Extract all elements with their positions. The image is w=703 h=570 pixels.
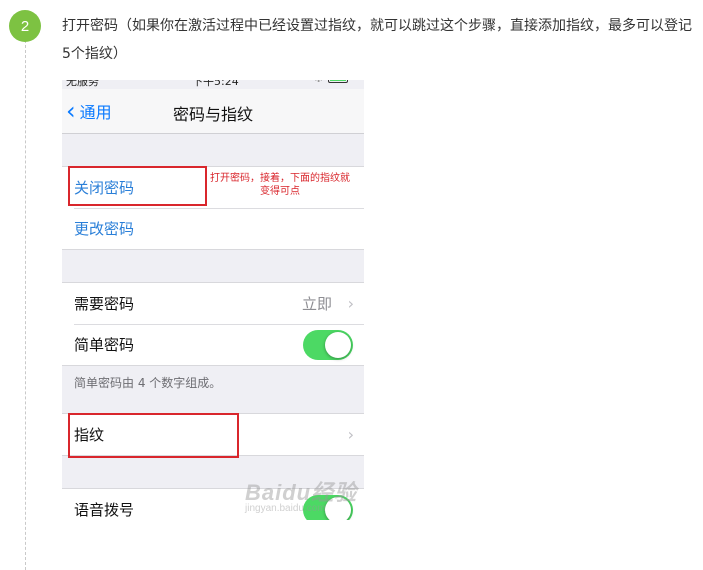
step-number-badge: 2: [9, 10, 41, 42]
voice-dial-label: 语音拨号: [74, 501, 135, 519]
change-passcode-label: 更改密码: [74, 220, 135, 238]
change-passcode-button[interactable]: 更改密码: [62, 208, 364, 249]
annotation-note: 打开密码，接着，下面的指纹就变得可点: [210, 173, 350, 197]
chevron-right-icon: ›: [347, 425, 354, 444]
clock-label: 下午5:24: [192, 80, 239, 88]
simple-passcode-row: 简单密码: [62, 324, 364, 365]
simple-passcode-toggle[interactable]: [303, 329, 353, 360]
phone-screenshot: 无服务 下午5:24 ✱ ‹ 通用 密码与指纹 关闭密码 更改密码 需要密码 立…: [62, 80, 364, 520]
status-bar: 无服务 下午5:24 ✱: [62, 80, 364, 89]
step-description: 打开密码（如果你在激活过程中已经设置过指纹，就可以跳过这个步骤，直接添加指纹，最…: [62, 18, 692, 62]
toggle-knob: [325, 331, 351, 358]
highlight-box-turn-off-passcode: [68, 166, 207, 206]
require-passcode-label: 需要密码: [74, 295, 135, 313]
carrier-label: 无服务: [66, 80, 99, 88]
chevron-right-icon: ›: [347, 294, 354, 313]
highlight-box-fingerprint: [68, 413, 239, 458]
passcode-settings-group: 需要密码 立即 › 简单密码: [62, 282, 364, 366]
require-passcode-row[interactable]: 需要密码 立即 ›: [62, 283, 364, 324]
simple-passcode-note: 简单密码由 4 个数字组成。: [74, 376, 222, 390]
page-title: 密码与指纹: [172, 105, 253, 124]
baidu-watermark: Baidu经验 jingyan.baidu.com: [245, 475, 357, 514]
timeline-line: [25, 40, 26, 570]
bluetooth-icon: ✱: [314, 80, 323, 85]
navigation-bar: ‹ 通用 密码与指纹: [62, 89, 364, 134]
require-passcode-value: 立即: [301, 295, 332, 313]
simple-passcode-label: 简单密码: [74, 336, 135, 354]
battery-icon: [328, 80, 348, 83]
